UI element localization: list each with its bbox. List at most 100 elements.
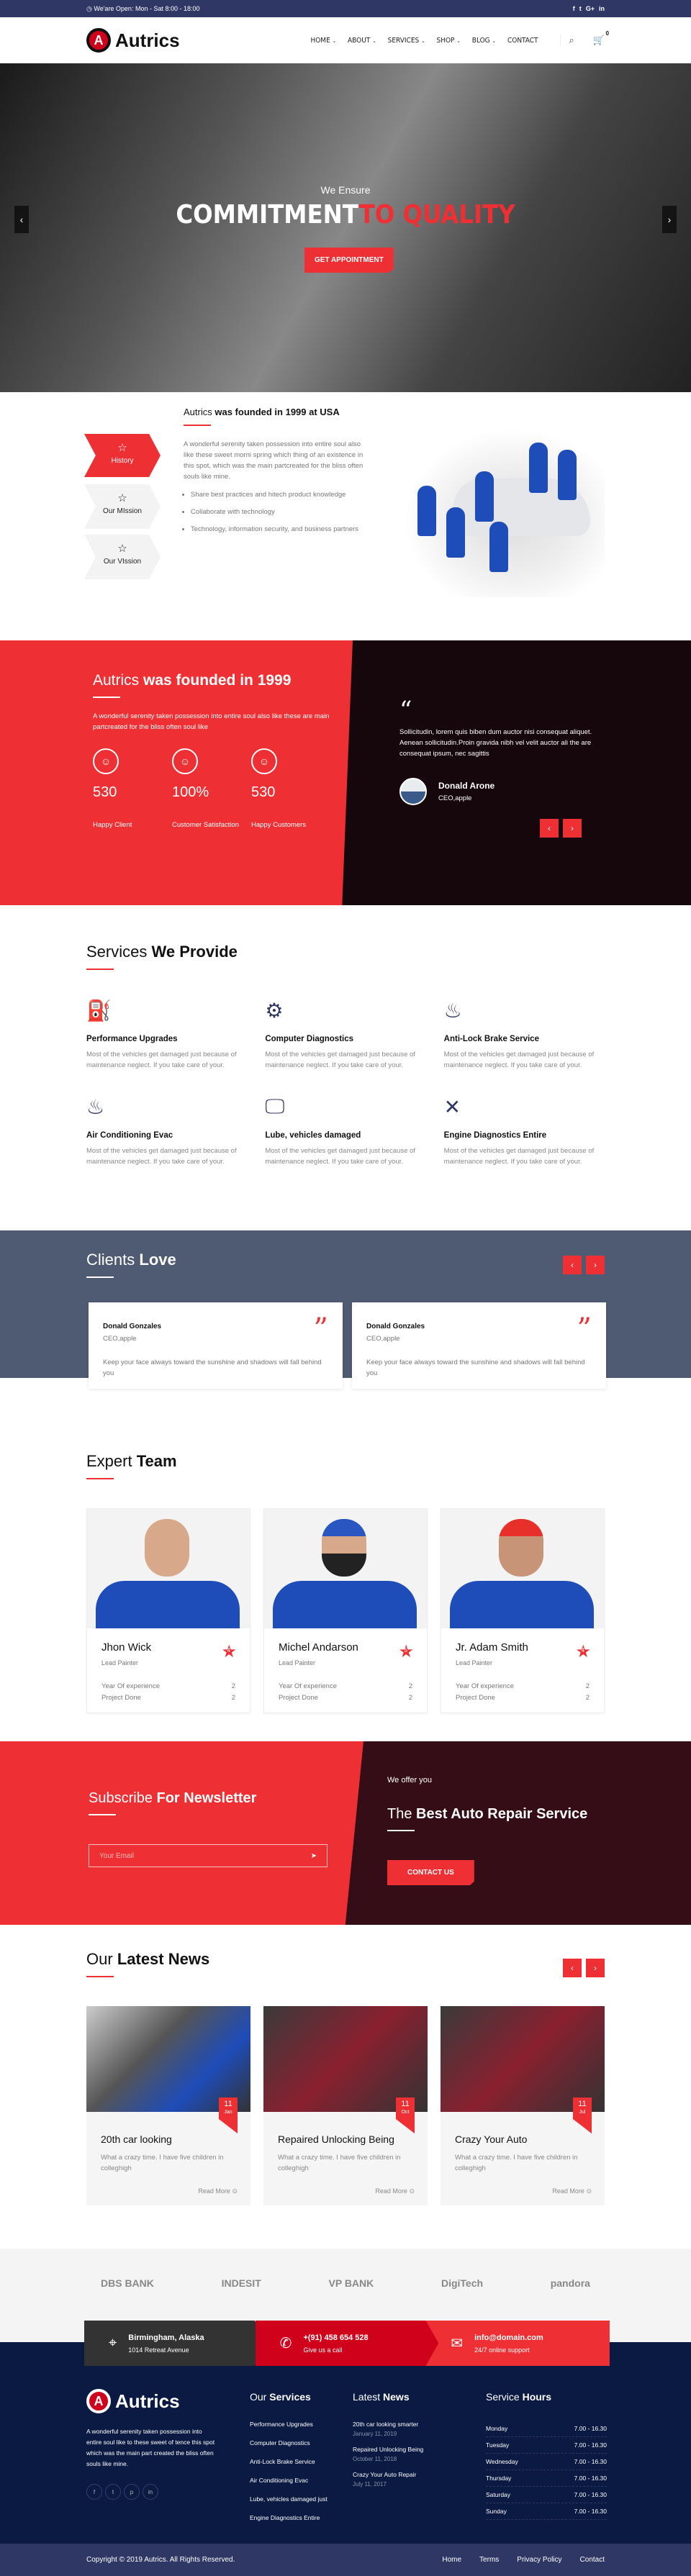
chevron-down-icon: ⌄: [332, 37, 337, 44]
news-card[interactable]: 11 Jul Crazy Your Auto What a crazy time. I…: [441, 2006, 605, 2205]
chevron-down-icon: ⌄: [456, 37, 461, 44]
team-member-card[interactable]: Jr. Adam Smith Lead Painter Year Of experi…: [441, 1508, 605, 1713]
team-member-card[interactable]: Michel Andarson Lead Painter Year Of exper…: [263, 1508, 428, 1713]
person-icon: ☺: [93, 748, 119, 774]
monitor-icon: 🖵: [265, 1095, 285, 1117]
service-item[interactable]: ♨ Air Conditioning Evac Most of the vehicl…: [86, 1095, 247, 1167]
team-member-card[interactable]: Jhon Wick Lead Painter Year Of experience 2…: [86, 1508, 250, 1713]
copyright: Copyright © 2019 Autrics. All Rights Res…: [86, 2556, 235, 2564]
person-icon: ☺: [172, 748, 198, 774]
footer-terms-link[interactable]: Terms: [479, 2556, 499, 2564]
prev-news-button[interactable]: ‹: [563, 1959, 582, 1977]
partner-logo[interactable]: pandora: [551, 2277, 590, 2289]
email-input[interactable]: Your Email ➤: [89, 1844, 328, 1867]
next-client-button[interactable]: ›: [586, 1256, 605, 1274]
service-item[interactable]: 🖵 Lube, vehicles damaged Most of the vehic…: [265, 1095, 425, 1167]
next-testimonial-button[interactable]: ›: [563, 819, 582, 838]
read-more-link[interactable]: Read More ⊙: [552, 2187, 592, 2195]
nav-shop[interactable]: SHOP ⌄: [437, 37, 461, 45]
service-item[interactable]: ✕ Engine Diagnostics Entire Most of the ve…: [444, 1095, 605, 1167]
newsletter-title: Subscribe For Newsletter: [89, 1790, 257, 1806]
tools-icon: ✕: [443, 1096, 461, 1118]
google-plus-icon[interactable]: G+: [586, 5, 595, 12]
client-card: Donald Gonzales CEO,apple Keep your face a…: [352, 1302, 606, 1389]
tab-vision[interactable]: ☆ Our VIssion: [84, 535, 161, 579]
read-more-link[interactable]: Read More ⊙: [198, 2187, 238, 2195]
next-news-button[interactable]: ›: [586, 1959, 605, 1977]
title-underline: [93, 697, 120, 698]
linkedin-icon[interactable]: in: [599, 5, 605, 12]
star-card-icon: ☆: [117, 492, 127, 504]
partner-logo[interactable]: DigiTech: [441, 2277, 483, 2289]
linkedin-icon[interactable]: in: [143, 2484, 158, 2500]
testimonial: “ Sollicitudin, lorem quis biben dum auc…: [399, 698, 594, 838]
twitter-icon[interactable]: t: [105, 2484, 121, 2500]
footer-link[interactable]: Anti-Lock Brake Service: [250, 2458, 328, 2465]
founded-section: Autrics was founded in 1999 A wonderful …: [0, 640, 691, 905]
send-icon[interactable]: ➤: [311, 1852, 317, 1860]
footer-link[interactable]: Performance Upgrades: [250, 2421, 328, 2428]
stat-happy-client: ☺ 530 Happy Client: [93, 748, 172, 829]
hours-row: Monday 7.00 - 16.30: [486, 2421, 607, 2437]
footer-news-link[interactable]: 20th car looking smarter: [353, 2421, 423, 2428]
star-card-icon: ☆: [117, 543, 127, 555]
footer-news-link[interactable]: Crazy Your Auto Repair: [353, 2471, 423, 2478]
title-underline: [86, 1276, 114, 1278]
person-icon: ☺: [251, 748, 277, 774]
title-underline: [86, 1478, 114, 1479]
read-more-link[interactable]: Read More ⊙: [375, 2187, 415, 2195]
news-card[interactable]: 11 Jan 20th car looking What a crazy time. …: [86, 2006, 250, 2205]
partner-logo[interactable]: VP BANK: [329, 2277, 374, 2289]
title-underline: [89, 1814, 116, 1815]
footer-link[interactable]: Air Conditioning Evac: [250, 2477, 328, 2484]
nav-about[interactable]: ABOUT ⌄: [348, 37, 376, 45]
footer-contact-link[interactable]: Contact: [580, 2556, 605, 2564]
oil-bottle-icon: ⛽: [86, 999, 112, 1022]
clients-section: Clients Love ‹ › Donald Gonzales CEO,apple…: [0, 1230, 691, 1410]
search-icon[interactable]: ⌕: [569, 35, 574, 46]
footer-link[interactable]: Lube, vehicles damaged just: [250, 2495, 328, 2503]
nav-home[interactable]: HOME ⌄: [310, 37, 336, 45]
service-item[interactable]: ⛽ Performance Upgrades Most of the vehicle…: [86, 999, 247, 1071]
rating-star-icon: ★ 5: [398, 1642, 414, 1661]
logo-icon: A: [86, 2389, 111, 2413]
partner-logo[interactable]: DBS BANK: [101, 2277, 154, 2289]
map-pin-icon: ⌖: [109, 2335, 117, 2351]
pinterest-icon[interactable]: p: [124, 2484, 140, 2500]
nav-blog[interactable]: BLOG ⌄: [472, 37, 496, 45]
service-item[interactable]: ⚙ Computer Diagnostics Most of the vehicle…: [265, 999, 425, 1071]
about-section: ☆ History ☆ Our MIssion ☆ Our VIssion Autri…: [0, 392, 691, 640]
facebook-icon[interactable]: f: [573, 5, 575, 12]
logo[interactable]: A Autrics: [86, 28, 180, 53]
footer-logo[interactable]: A Autrics: [86, 2389, 216, 2413]
tab-mission[interactable]: ☆ Our MIssion: [84, 484, 161, 529]
footer-privacy-link[interactable]: Privacy Policy: [517, 2556, 561, 2564]
arrow-circle-icon: ⊙: [586, 2187, 592, 2195]
stat-happy-customers: ☺ 530 Happy Customers: [251, 748, 330, 829]
service-item[interactable]: ♨ Anti-Lock Brake Service Most of the vehi…: [444, 999, 605, 1071]
news-card[interactable]: 11 Oct Repaired Unlocking Being What a craz…: [263, 2006, 428, 2205]
footer-home-link[interactable]: Home: [442, 2556, 461, 2564]
footer-news-link[interactable]: Repaired Unlocking Being: [353, 2446, 423, 2453]
tab-history[interactable]: ☆ History: [84, 434, 161, 477]
about-title: Autrics was founded in 1999 at USA: [184, 407, 340, 417]
services-section: Services We Provide ⛽ Performance Upgrade…: [0, 905, 691, 1230]
cart-icon[interactable]: 🛒 0: [593, 30, 609, 46]
contact-email[interactable]: ✉ info@domain.com 24/7 online support: [426, 2321, 610, 2366]
prev-client-button[interactable]: ‹: [563, 1256, 582, 1274]
partner-logo[interactable]: INDESIT: [222, 2277, 261, 2289]
footer-link[interactable]: Computer Diagnostics: [250, 2439, 328, 2446]
twitter-icon[interactable]: t: [579, 5, 582, 12]
title-underline: [86, 969, 114, 970]
footer-link[interactable]: Engine Diagnostics Entire: [250, 2514, 328, 2521]
contact-us-button[interactable]: CONTACT US: [387, 1860, 474, 1885]
prev-testimonial-button[interactable]: ‹: [540, 819, 559, 838]
nav-contact[interactable]: CONTACT: [507, 37, 538, 45]
nav-services[interactable]: SERVICES ⌄: [388, 37, 425, 45]
chevron-down-icon: ⌄: [421, 37, 425, 44]
facebook-icon[interactable]: f: [86, 2484, 102, 2500]
main-nav: HOME ⌄ ABOUT ⌄ SERVICES ⌄ SHOP ⌄ BLOG ⌄ CONTA…: [310, 37, 538, 45]
contact-phone[interactable]: ✆ +(91) 458 654 528 Give us a call: [255, 2321, 439, 2366]
founded-title: Autrics was founded in 1999: [93, 672, 292, 689]
get-appointment-button[interactable]: GET APPOINTMENT: [304, 248, 394, 273]
